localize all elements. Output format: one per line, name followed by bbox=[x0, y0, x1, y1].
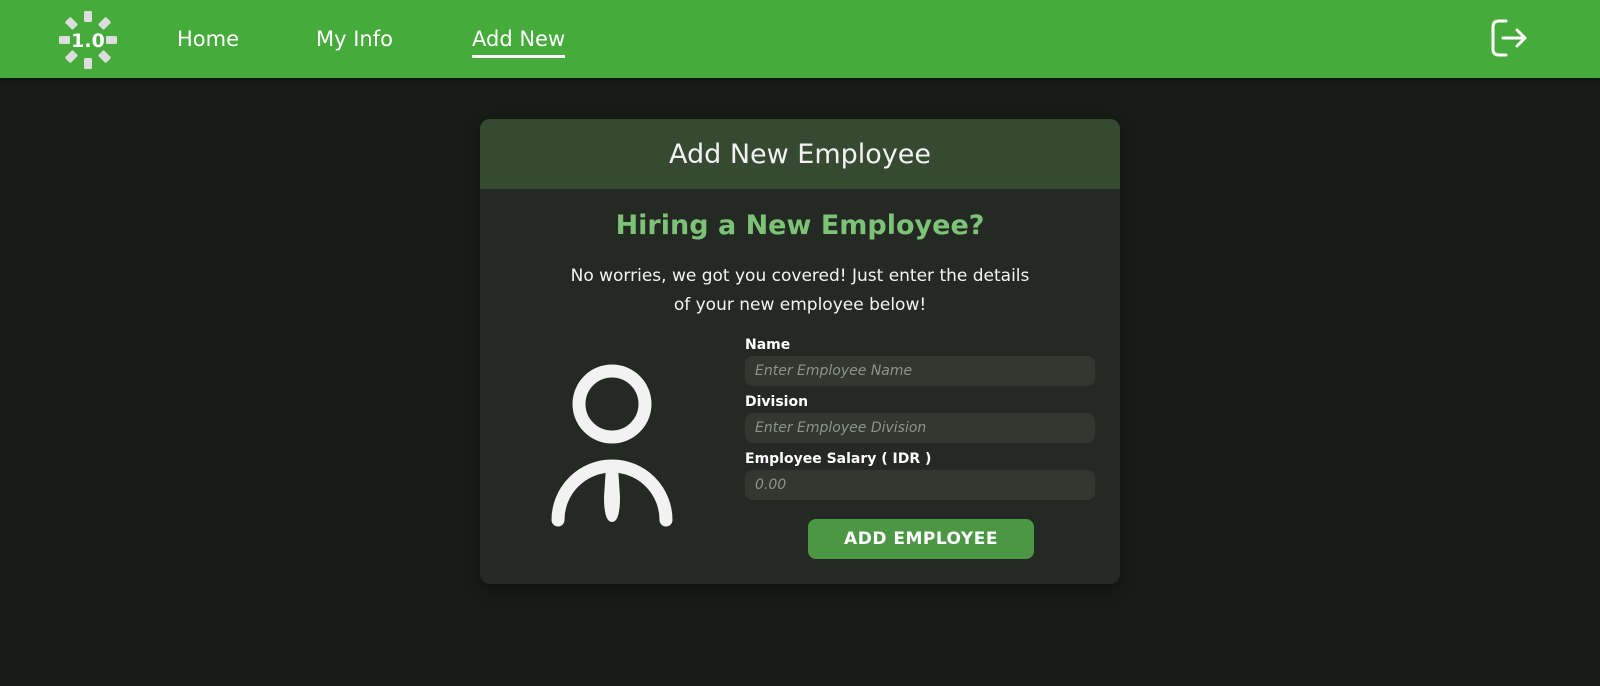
logo-text: 1.0 bbox=[71, 30, 105, 52]
name-label: Name bbox=[745, 337, 791, 353]
nav-link-my-info[interactable]: My Info bbox=[316, 25, 393, 53]
card-header: Add New Employee bbox=[480, 119, 1120, 189]
intro-text: No worries, we got you covered! Just ent… bbox=[570, 266, 1030, 315]
division-input[interactable] bbox=[745, 413, 1095, 443]
salary-input[interactable] bbox=[745, 470, 1095, 500]
add-employee-button[interactable]: ADD EMPLOYEE bbox=[808, 519, 1034, 559]
salary-label: Employee Salary ( IDR ) bbox=[745, 451, 932, 467]
nav-link-add-new[interactable]: Add New bbox=[472, 25, 566, 58]
name-input[interactable] bbox=[745, 356, 1095, 386]
nav-link-home[interactable]: Home bbox=[177, 25, 239, 53]
card-title: Add New Employee bbox=[668, 138, 932, 170]
logout-icon[interactable] bbox=[1488, 17, 1530, 59]
add-employee-card: Add New Employee Hiring a New Employee? … bbox=[480, 119, 1120, 584]
employee-avatar-icon bbox=[551, 364, 673, 527]
division-label: Division bbox=[745, 394, 809, 410]
card-subtitle: Hiring a New Employee? bbox=[615, 210, 985, 241]
app-logo-icon[interactable]: 1.0 bbox=[58, 10, 118, 70]
top-navbar: 1.0 Home My Info Add New bbox=[0, 0, 1600, 78]
